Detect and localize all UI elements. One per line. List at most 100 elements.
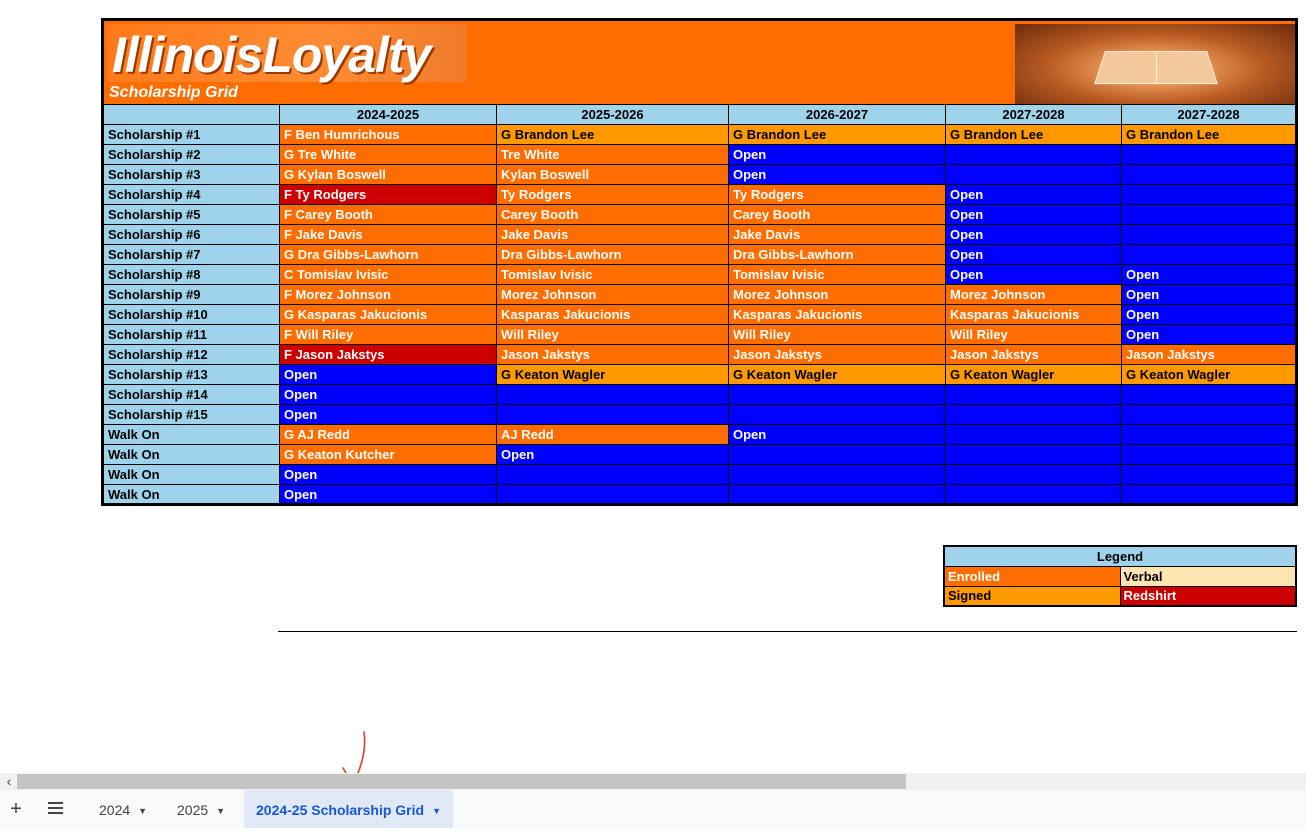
tab-scholarship-grid[interactable]: 2024-25 Scholarship Grid ▼ [244,790,453,828]
row-label[interactable]: Scholarship #3 [102,164,280,185]
grid-cell[interactable]: G Tre White [279,144,497,165]
grid-cell[interactable]: Jason Jakstys [945,344,1122,365]
grid-cell[interactable]: Open [945,184,1122,205]
grid-cell[interactable] [1121,424,1297,445]
caret-down-icon[interactable]: ▼ [432,791,441,831]
grid-cell[interactable]: Tomislav Ivisic [496,264,729,285]
grid-cell[interactable] [1121,244,1297,265]
row-label[interactable]: Walk On [102,464,280,485]
row-label[interactable]: Scholarship #6 [102,224,280,245]
legend-item-redshirt[interactable]: Redshirt [1119,585,1297,607]
menu-icon[interactable] [44,799,66,819]
row-label[interactable]: Scholarship #12 [102,344,280,365]
grid-cell[interactable]: Open [728,164,946,185]
grid-cell[interactable]: Open [945,224,1122,245]
grid-cell[interactable]: F Will Riley [279,324,497,345]
grid-cell[interactable] [945,484,1122,505]
tab-2024[interactable]: 2024 ▼ [99,790,147,828]
grid-cell[interactable]: G AJ Redd [279,424,497,445]
grid-cell[interactable]: Will Riley [945,324,1122,345]
legend-item-signed[interactable]: Signed [943,585,1121,607]
grid-cell[interactable]: Will Riley [728,324,946,345]
grid-cell[interactable] [496,484,729,505]
grid-cell[interactable] [945,464,1122,485]
grid-cell[interactable]: G Keaton Wagler [945,364,1122,385]
row-label[interactable]: Walk On [102,424,280,445]
grid-cell[interactable]: AJ Redd [496,424,729,445]
grid-cell[interactable]: Open [496,444,729,465]
grid-cell[interactable]: Morez Johnson [728,284,946,305]
grid-cell[interactable] [1121,144,1297,165]
grid-cell[interactable]: Kasparas Jakucionis [728,304,946,325]
grid-cell[interactable]: C Tomislav Ivisic [279,264,497,285]
grid-cell[interactable] [728,444,946,465]
row-label[interactable]: Scholarship #2 [102,144,280,165]
grid-cell[interactable] [1121,384,1297,405]
grid-cell[interactable] [945,384,1122,405]
grid-cell[interactable] [496,404,729,425]
legend-item-verbal[interactable]: Verbal [1119,565,1297,587]
grid-cell[interactable]: Open [279,404,497,425]
grid-cell[interactable]: G Dra Gibbs-Lawhorn [279,244,497,265]
grid-cell[interactable] [945,424,1122,445]
grid-cell[interactable] [1121,164,1297,185]
grid-cell[interactable]: G Brandon Lee [728,124,946,145]
grid-cell[interactable]: F Ben Humrichous [279,124,497,145]
tab-2025[interactable]: 2025 ▼ [177,790,225,828]
grid-cell[interactable]: Dra Gibbs-Lawhorn [496,244,729,265]
column-header[interactable]: 2026-2027 [728,104,946,125]
legend-item-enrolled[interactable]: Enrolled [943,565,1121,587]
row-label[interactable]: Scholarship #9 [102,284,280,305]
grid-cell[interactable] [496,464,729,485]
column-header[interactable]: 2025-2026 [496,104,729,125]
grid-cell[interactable] [728,464,946,485]
grid-cell[interactable]: G Brandon Lee [496,124,729,145]
scrollbar-thumb[interactable] [17,774,906,789]
caret-down-icon[interactable]: ▼ [138,791,147,831]
column-header[interactable]: 2027-2028 [1121,104,1297,125]
caret-down-icon[interactable]: ▼ [216,791,225,831]
row-label[interactable]: Scholarship #7 [102,244,280,265]
grid-cell[interactable]: Ty Rodgers [496,184,729,205]
grid-cell[interactable] [945,444,1122,465]
grid-cell[interactable]: Jason Jakstys [728,344,946,365]
grid-cell[interactable]: Open [1121,304,1297,325]
grid-cell[interactable]: Open [279,464,497,485]
grid-cell[interactable] [1121,184,1297,205]
grid-cell[interactable]: F Jake Davis [279,224,497,245]
grid-cell[interactable] [1121,404,1297,425]
row-label[interactable]: Scholarship #4 [102,184,280,205]
grid-cell[interactable] [945,164,1122,185]
grid-cell[interactable]: G Brandon Lee [945,124,1122,145]
grid-cell[interactable] [1121,484,1297,505]
grid-cell[interactable]: F Ty Rodgers [279,184,497,205]
grid-cell[interactable]: G Keaton Wagler [728,364,946,385]
grid-cell[interactable]: Will Riley [496,324,729,345]
grid-cell[interactable]: Carey Booth [728,204,946,225]
row-label[interactable]: Scholarship #15 [102,404,280,425]
grid-cell[interactable]: Kylan Boswell [496,164,729,185]
grid-cell[interactable]: G Kasparas Jakucionis [279,304,497,325]
grid-cell[interactable]: Open [1121,264,1297,285]
grid-cell[interactable]: G Keaton Kutcher [279,444,497,465]
grid-cell[interactable]: G Keaton Wagler [1121,364,1297,385]
row-label[interactable]: Scholarship #14 [102,384,280,405]
grid-cell[interactable]: Open [279,384,497,405]
grid-cell[interactable]: Open [728,144,946,165]
chevron-left-icon[interactable]: ‹ [2,773,16,790]
grid-cell[interactable]: G Brandon Lee [1121,124,1297,145]
grid-cell[interactable]: F Jason Jakstys [279,344,497,365]
grid-cell[interactable]: Jake Davis [496,224,729,245]
row-label[interactable]: Walk On [102,444,280,465]
legend-title[interactable]: Legend [943,545,1297,567]
grid-cell[interactable]: Jason Jakstys [1121,344,1297,365]
row-label[interactable]: Scholarship #1 [102,124,280,145]
grid-cell[interactable] [728,384,946,405]
row-label[interactable]: Walk On [102,484,280,505]
grid-cell[interactable]: F Carey Booth [279,204,497,225]
grid-cell[interactable]: G Kylan Boswell [279,164,497,185]
grid-cell[interactable]: Kasparas Jakucionis [945,304,1122,325]
plus-icon[interactable]: + [6,799,26,819]
grid-cell[interactable]: Jason Jakstys [496,344,729,365]
column-header[interactable]: 2027-2028 [945,104,1122,125]
